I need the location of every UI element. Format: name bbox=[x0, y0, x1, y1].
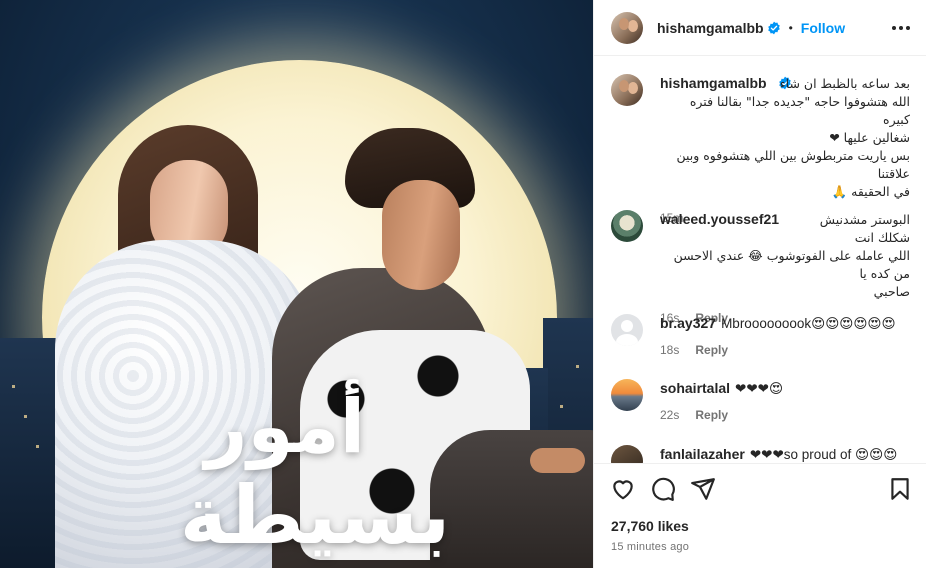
caption-line: بس ياريت متربطوش بين اللي هتشوفوه وبين ع… bbox=[676, 148, 910, 181]
comment-line: اللي عامله على الفوتوشوب 😂 عندي الاحسن م… bbox=[673, 248, 910, 281]
comment-username[interactable]: br.ay327 bbox=[660, 315, 716, 331]
comment-username[interactable]: sohairtalal bbox=[660, 380, 730, 396]
comment-text: Mbrooooooook😍😍😍😍😍😍 bbox=[721, 316, 896, 331]
caption-line: الله هتشوفوا حاجه "جديده جدا" بقالنا فتر… bbox=[689, 94, 910, 127]
more-options-icon[interactable] bbox=[889, 18, 913, 38]
comment-item: sohairtalal ❤❤❤😍 22s Reply bbox=[611, 379, 911, 424]
caption-line: في الحقيقه 🙏 bbox=[831, 184, 910, 199]
likes-count[interactable]: 27,760 likes bbox=[611, 518, 689, 534]
comment-avatar[interactable] bbox=[611, 314, 643, 346]
bookmark-icon[interactable] bbox=[887, 476, 913, 502]
comment-text: ❤❤❤😍 bbox=[735, 381, 784, 396]
boy-figure-hand bbox=[530, 448, 585, 473]
follow-button[interactable]: Follow bbox=[801, 20, 845, 36]
poster-title: أمور بسيطة bbox=[150, 390, 480, 556]
caption-username[interactable]: hishamgamalbb bbox=[660, 75, 767, 91]
share-icon[interactable] bbox=[690, 476, 716, 502]
poster-title-line2: بسيطة bbox=[179, 469, 453, 562]
comment-text: ❤❤❤so proud of 😍😍😍 bbox=[749, 447, 898, 462]
comment-item: waleed.youssef21 البوستر مشدنيش شكلك انت… bbox=[611, 210, 911, 327]
comment-avatar[interactable] bbox=[611, 210, 643, 242]
author-username[interactable]: hishamgamalbb bbox=[657, 20, 764, 36]
boy-figure-face bbox=[382, 180, 460, 290]
reply-button[interactable]: Reply bbox=[695, 341, 728, 359]
post-header: hishamgamalbb • Follow bbox=[594, 0, 926, 56]
post-actions: 27,760 likes 15 minutes ago bbox=[594, 463, 926, 568]
author-avatar[interactable] bbox=[611, 11, 643, 44]
comments-list[interactable]: hishamgamalbb بعد ساعه بالظبط ان شاء الل… bbox=[594, 57, 926, 463]
comment-line: صاحبي bbox=[873, 284, 910, 299]
post-side-panel: hishamgamalbb • Follow hishamgamalbb بعد… bbox=[593, 0, 926, 568]
comment-avatar[interactable] bbox=[611, 445, 643, 463]
comment-time: 22s bbox=[660, 408, 680, 422]
poster-title-line1: أمور bbox=[204, 384, 367, 470]
caption-text: بعد ساعه بالظبط ان شاء الله هتشوفوا حاجه… bbox=[660, 75, 910, 201]
verified-badge-icon bbox=[767, 21, 780, 34]
heart-icon[interactable] bbox=[610, 476, 636, 502]
header-separator: • bbox=[788, 20, 793, 35]
comment-username[interactable]: fanlailazaher bbox=[660, 446, 745, 462]
comment-item: br.ay327 Mbrooooooook😍😍😍😍😍😍 18s Reply bbox=[611, 314, 911, 359]
comment-time: 18s bbox=[660, 343, 680, 357]
comment-username[interactable]: waleed.youssef21 bbox=[660, 211, 779, 227]
caption-avatar[interactable] bbox=[611, 74, 643, 106]
reply-button[interactable]: Reply bbox=[695, 406, 728, 424]
comment-avatar[interactable] bbox=[611, 379, 643, 411]
comment-icon[interactable] bbox=[650, 476, 676, 502]
comment-line: البوستر مشدنيش شكلك انت bbox=[819, 212, 910, 245]
comment-item: fanlailazaher ❤❤❤so proud of 😍😍😍 bbox=[611, 445, 911, 463]
caption-line: شغالين عليها ❤ bbox=[829, 130, 910, 145]
post-image[interactable]: أمور بسيطة bbox=[0, 0, 593, 568]
post-timestamp: 15 minutes ago bbox=[611, 541, 690, 553]
caption: hishamgamalbb بعد ساعه بالظبط ان شاء الل… bbox=[611, 74, 911, 227]
caption-line: بعد ساعه بالظبط ان شاء bbox=[779, 76, 910, 91]
